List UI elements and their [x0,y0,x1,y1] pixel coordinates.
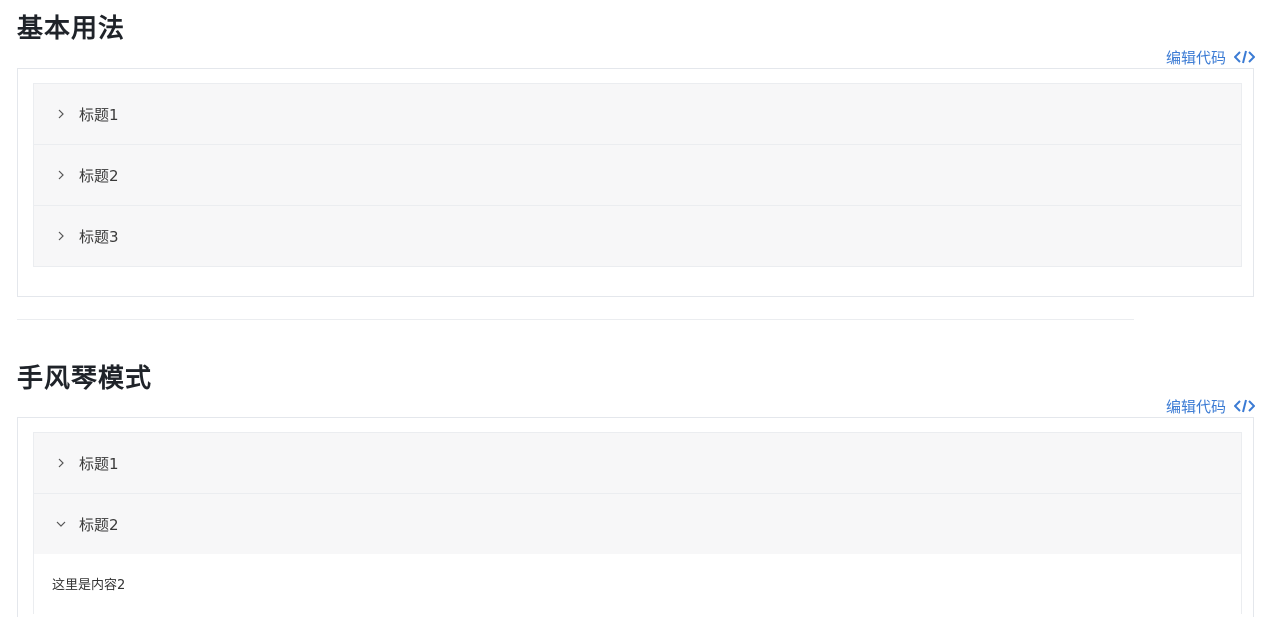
chevron-right-icon [56,170,66,180]
collapse-accordion: 标题1 标题2 这里是内容2 [33,432,1242,614]
collapse-item: 标题1 [34,84,1241,144]
collapse-header-1[interactable]: 标题1 [34,433,1241,493]
section-divider [17,319,1134,320]
chevron-right-icon [56,458,66,468]
collapse-item: 标题3 [34,205,1241,266]
chevron-down-icon [56,519,66,529]
edit-code-link-basic[interactable]: 编辑代码 [1165,48,1255,67]
edit-code-link-accordion[interactable]: 编辑代码 [1165,397,1255,416]
collapse-title: 标题1 [79,454,119,473]
chevron-right-icon [56,231,66,241]
demo-box-basic: 标题1 标题2 标题3 [17,68,1254,297]
collapse-basic: 标题1 标题2 标题3 [33,83,1242,267]
collapse-title: 标题3 [79,227,119,246]
chevron-right-icon [56,109,66,119]
section-title-accordion: 手风琴模式 [17,364,153,394]
collapse-title: 标题2 [79,515,119,534]
collapse-title: 标题1 [79,105,119,124]
collapse-header-3[interactable]: 标题3 [34,206,1241,266]
collapse-item: 标题2 这里是内容2 [34,493,1241,614]
demo-box-accordion: 标题1 标题2 这里是内容2 [17,417,1254,617]
collapse-item: 标题2 [34,144,1241,205]
collapse-item: 标题1 [34,433,1241,493]
collapse-title: 标题2 [79,166,119,185]
collapse-content-2: 这里是内容2 [34,554,1241,614]
collapse-header-1[interactable]: 标题1 [34,84,1241,144]
edit-code-label: 编辑代码 [1165,397,1226,416]
edit-code-label: 编辑代码 [1165,48,1226,67]
code-icon [1234,399,1255,413]
section-title-basic: 基本用法 [17,14,126,44]
code-icon [1234,50,1255,64]
collapse-header-2[interactable]: 标题2 [34,494,1241,554]
collapse-header-2[interactable]: 标题2 [34,145,1241,205]
